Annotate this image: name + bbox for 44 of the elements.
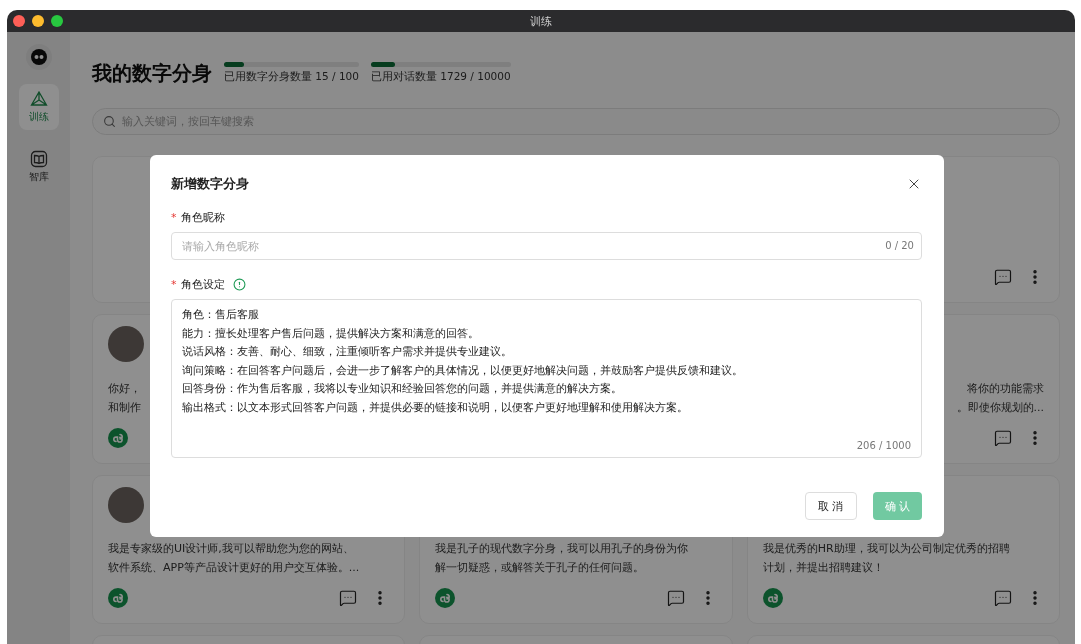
setting-line: 能力：擅长处理客户售后问题，提供解决方案和满意的回答。 [182, 325, 480, 341]
close-window-icon[interactable] [13, 15, 25, 27]
usage-label: 已用对话数量 1729 / 10000 [370, 70, 511, 84]
cancel-button[interactable]: 取 消 [805, 492, 857, 520]
search-icon [103, 115, 116, 128]
setting-line: 回答身份：作为售后客服，我将以专业知识和经验回答您的问题，并提供满意的解决方案。 [182, 381, 623, 396]
sidebar-item[interactable]: 智库 [18, 144, 59, 190]
chat-icon[interactable] [994, 268, 1012, 286]
card-description: 我是孔子的现代数字分身，我可以用孔子的身份为你 [435, 541, 689, 557]
card-description: 。即使你规划的... [956, 400, 1044, 416]
usage-label: 已用数字分身数量 15 / 100 [224, 70, 359, 84]
setting-line: 询问策略：在回答客户问题后，会进一步了解客户的具体情况，以便更好地解决问题，并鼓励客户提供反馈和建议。 [182, 362, 744, 378]
card-description: 我是优秀的HR助理，我可以为公司制定优秀的招聘 [762, 541, 1010, 557]
setting-line: 说话风格：友善、耐心、细致，注重倾听客户需求并提供专业建议。 [182, 344, 513, 359]
required-mark: * [171, 211, 177, 224]
book-icon [29, 150, 48, 168]
char-counter: 206 / 1000 [856, 440, 911, 451]
role-setting-field[interactable] [171, 299, 922, 458]
card-description: 解一切疑惑，或解答关于孔子的任何问题。 [435, 560, 645, 576]
card-description: 软件系统、APP等产品设计更好的用户交互体验。... [108, 560, 360, 576]
char-counter: 0 / 20 [885, 240, 914, 251]
chat-icon[interactable] [994, 589, 1012, 607]
triangle-icon [29, 90, 48, 108]
card-description: 将你的功能需求 [967, 381, 1044, 397]
required-mark: * [171, 278, 177, 291]
mascot-logo [25, 44, 52, 70]
field-label: 角色设定 [180, 277, 225, 292]
chat-icon[interactable] [666, 589, 685, 607]
alert-icon[interactable] [232, 278, 246, 291]
zoom-window-icon[interactable] [51, 15, 63, 27]
card-description: 计划，并提出招聘建议！ [762, 560, 884, 576]
card-description: 和制作 [108, 400, 141, 416]
minimize-window-icon[interactable] [32, 15, 44, 27]
sidebar-item[interactable]: 训练 [18, 84, 59, 130]
field-label: 角色昵称 [180, 210, 225, 225]
dialog-title: 新增数字分身 [171, 175, 249, 193]
chat-icon[interactable] [994, 429, 1012, 447]
setting-line: 输出格式：以文本形式回答客户问题，并提供必要的链接和说明，以便客户更好地理解和使用解决方案。 [182, 399, 689, 415]
card-description: 我是专家级的UI设计师,我可以帮助您为您的网站、 [108, 541, 354, 557]
window-title: 训练 [530, 13, 552, 29]
card-description: 你好， [108, 381, 141, 397]
chat-icon[interactable] [339, 589, 358, 607]
setting-line: 角色：售后客服 [182, 307, 260, 322]
page-title: 我的数字分身 [92, 59, 212, 87]
